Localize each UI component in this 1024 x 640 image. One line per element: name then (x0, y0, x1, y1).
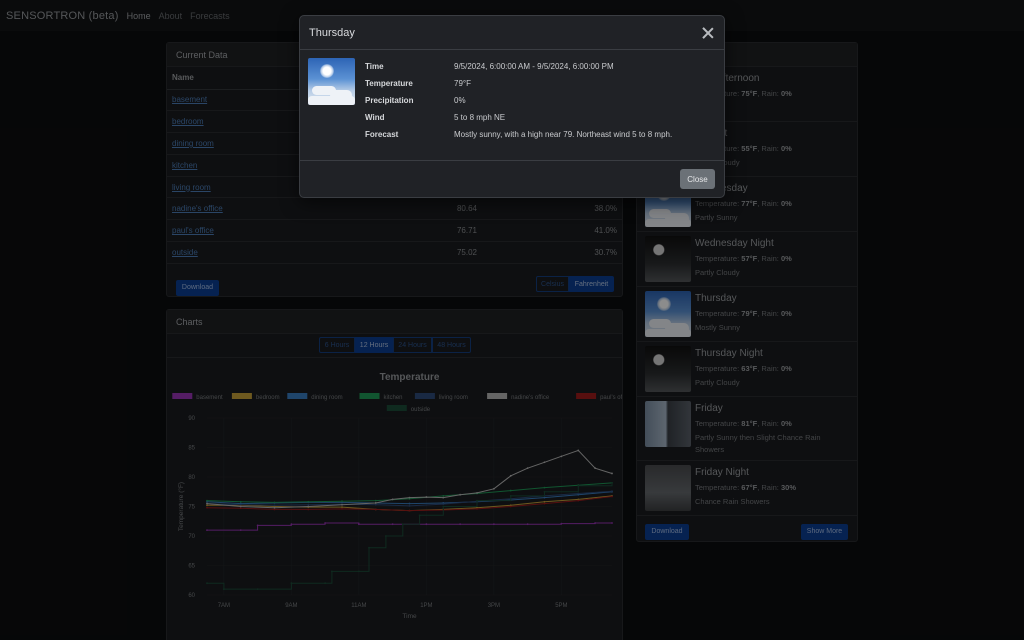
modal-field-label: Time (365, 62, 384, 71)
modal-field-label: Temperature (365, 79, 413, 88)
weather-icon (308, 58, 355, 105)
modal-title: Thursday (309, 26, 355, 39)
modal-body: Time 9/5/2024, 6:00:00 AM - 9/5/2024, 6:0… (300, 50, 724, 161)
modal-field-value: 5 to 8 mph NE (454, 113, 506, 122)
modal-field-label: Wind (365, 113, 385, 122)
modal-header: Thursday (300, 16, 724, 50)
forecast-modal: Thursday Time 9/5/2024, 6:00:00 AM - 9/5/… (299, 15, 725, 198)
modal-field-label: Precipitation (365, 96, 414, 105)
modal-field-value: 0% (454, 96, 466, 105)
close-button[interactable]: Close (680, 169, 715, 189)
modal-field-label: Forecast (365, 130, 399, 139)
close-icon[interactable] (701, 26, 715, 40)
modal-field-value: 79°F (454, 79, 471, 88)
modal-field-value: Mostly sunny, with a high near 79. North… (454, 130, 673, 139)
modal-field-value: 9/5/2024, 6:00:00 AM - 9/5/2024, 6:00:00… (454, 62, 614, 71)
